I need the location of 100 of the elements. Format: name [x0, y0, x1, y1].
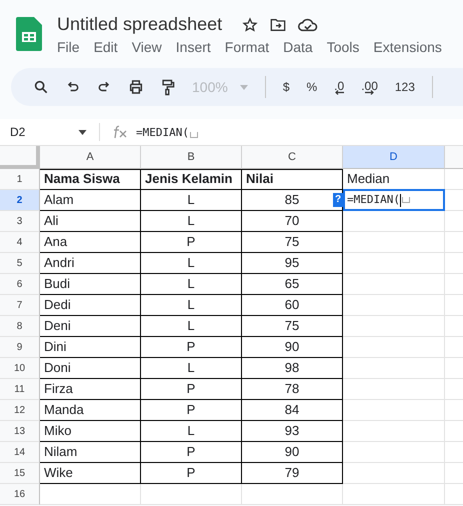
menu-item[interactable]: Edit [94, 39, 118, 55]
row-number[interactable]: 11 [0, 379, 40, 400]
empty-cell[interactable] [343, 295, 445, 316]
menu-item[interactable]: View [132, 39, 162, 55]
select-all-corner[interactable] [0, 146, 40, 169]
table-cell: 90 [242, 442, 343, 463]
table-cell: Manda [40, 400, 141, 421]
empty-cell[interactable] [343, 316, 445, 337]
empty-cell[interactable] [343, 211, 445, 232]
column-header[interactable]: B [141, 146, 242, 169]
format-button[interactable]: $ [282, 80, 290, 94]
star-icon[interactable] [242, 16, 258, 32]
function-icon [112, 125, 128, 139]
empty-cell[interactable] [242, 484, 343, 505]
table-cell: Doni [40, 358, 141, 379]
table-cell: 79 [242, 463, 343, 484]
table-cell: Alam [40, 190, 141, 211]
empty-cell[interactable] [343, 379, 445, 400]
empty-cell[interactable] [343, 421, 445, 442]
row-number[interactable]: 6 [0, 274, 40, 295]
print-icon[interactable] [128, 79, 144, 95]
sheets-logo-icon[interactable] [16, 17, 42, 51]
menu-item[interactable]: Data [283, 39, 313, 55]
row-number[interactable]: 7 [0, 295, 40, 316]
table-cell: Nama Siswa [40, 169, 141, 190]
row-number[interactable]: 12 [0, 400, 40, 421]
table-cell: 84 [242, 400, 343, 421]
table-cell: Nilam [40, 442, 141, 463]
caret-icon [240, 84, 248, 90]
format-button[interactable]: .00 [361, 79, 378, 95]
table-cell: Deni [40, 316, 141, 337]
paint-roller-icon[interactable] [161, 78, 175, 96]
folder-icon[interactable] [270, 18, 286, 32]
table-cell: L [141, 316, 242, 337]
row-number[interactable]: 5 [0, 253, 40, 274]
format-button[interactable]: .0 [334, 79, 344, 95]
dropdown-icon[interactable] [78, 130, 87, 134]
column-header[interactable] [445, 146, 463, 169]
row-number[interactable]: 9 [0, 337, 40, 358]
left-arrow-icon [334, 90, 344, 95]
empty-cell[interactable] [343, 274, 445, 295]
empty-cell[interactable] [141, 484, 242, 505]
row-number[interactable]: 15 [0, 463, 40, 484]
redo-icon[interactable] [97, 80, 111, 94]
table-cell: P [141, 463, 242, 484]
row-number[interactable]: 2 [0, 190, 40, 211]
empty-cell[interactable] [343, 442, 445, 463]
column-header[interactable]: A [40, 146, 141, 169]
table-cell: Nilai [242, 169, 343, 190]
table-cell: L [141, 358, 242, 379]
table-cell: Dini [40, 337, 141, 358]
row-number[interactable]: 10 [0, 358, 40, 379]
bracket-icon [190, 132, 198, 138]
row-number[interactable]: 4 [0, 232, 40, 253]
menu-item[interactable]: Tools [326, 39, 360, 55]
row-number[interactable]: 14 [0, 442, 40, 463]
row-number[interactable]: 16 [0, 484, 40, 505]
menu-item[interactable]: Insert [176, 39, 211, 55]
row-number[interactable]: 1 [0, 169, 40, 190]
row-number[interactable]: 8 [0, 316, 40, 337]
format-button[interactable]: 123 [394, 80, 415, 94]
table-cell: Jenis Kelamin [141, 169, 242, 190]
table-cell: Andri [40, 253, 141, 274]
table-cell: 93 [242, 421, 343, 442]
row-number[interactable]: 3 [0, 211, 40, 232]
table-cell: 90 [242, 337, 343, 358]
empty-cell[interactable] [343, 253, 445, 274]
cloud-icon[interactable] [298, 18, 318, 32]
table-cell: 98 [242, 358, 343, 379]
format-button[interactable]: % [306, 80, 318, 94]
table-cell: Wike [40, 463, 141, 484]
row-number[interactable]: 13 [0, 421, 40, 442]
table-cell: L [141, 190, 242, 211]
table-cell: P [141, 379, 242, 400]
empty-cell[interactable] [343, 232, 445, 253]
menu-item[interactable]: File [57, 39, 80, 55]
help-badge[interactable]: ? [333, 193, 343, 207]
table-cell: Dedi [40, 295, 141, 316]
menu-item[interactable]: Format [224, 39, 270, 55]
table-cell: P [141, 232, 242, 253]
table-cell: Miko [40, 421, 141, 442]
cell-editor[interactable]: =MEDIAN( [343, 189, 445, 211]
name-box[interactable]: D2 [10, 125, 70, 139]
bracket-icon [402, 196, 410, 202]
undo-icon[interactable] [66, 80, 80, 94]
empty-cell[interactable] [343, 463, 445, 484]
table-cell: 70 [242, 211, 343, 232]
document-title[interactable]: Untitled spreadsheet [57, 14, 222, 35]
table-cell: 65 [242, 274, 343, 295]
formula-field[interactable]: =MEDIAN( [136, 126, 198, 138]
empty-cell[interactable] [343, 337, 445, 358]
table-cell: 75 [242, 232, 343, 253]
empty-cell[interactable] [343, 484, 445, 505]
search-icon[interactable] [33, 79, 49, 95]
empty-cell[interactable] [343, 358, 445, 379]
column-header[interactable]: C [242, 146, 343, 169]
menu-item[interactable]: Extensions [373, 39, 442, 55]
column-header[interactable]: D [343, 146, 445, 169]
empty-cell[interactable] [343, 400, 445, 421]
table-cell: L [141, 253, 242, 274]
